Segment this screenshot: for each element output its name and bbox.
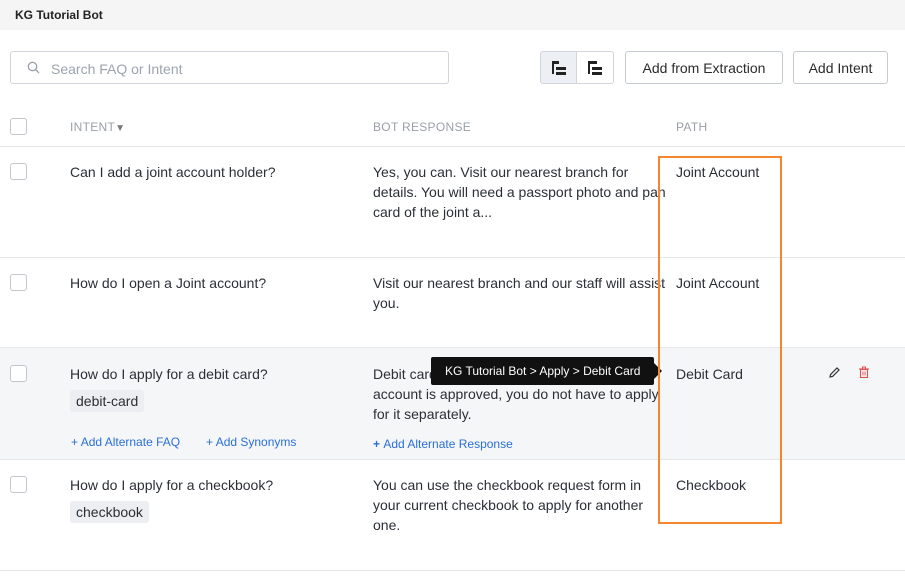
add-alternate-faq-label: Add Alternate FAQ [80, 435, 181, 449]
add-alternate-faq-link[interactable]: + Add Alternate FAQ [71, 435, 180, 449]
tree-view-button[interactable] [540, 51, 577, 84]
intent-question[interactable]: How do I apply for a debit card? [70, 364, 268, 384]
add-alternate-response-link[interactable]: + Add Alternate Response [373, 437, 513, 451]
add-alternate-response-label: Add Alternate Response [383, 437, 513, 451]
app-title: KG Tutorial Bot [15, 8, 103, 22]
add-from-extraction-button[interactable]: Add from Extraction [625, 51, 783, 84]
row-checkbox[interactable] [10, 476, 27, 493]
tree-view-icon [552, 61, 566, 75]
row-checkbox[interactable] [10, 365, 27, 382]
path-column-header: PATH [676, 120, 708, 134]
list-view-icon [588, 61, 602, 75]
add-synonyms-label: Add Synonyms [215, 435, 297, 449]
intent-question[interactable]: How do I open a Joint account? [70, 273, 266, 293]
bot-response-text: Yes, you can. Visit our nearest branch f… [373, 164, 666, 220]
row-checkbox[interactable] [10, 274, 27, 291]
path-tooltip: KG Tutorial Bot > Apply > Debit Card [431, 357, 663, 385]
intent-tag[interactable]: debit-card [70, 390, 145, 412]
intent-question[interactable]: How do I apply for a checkbook? [70, 475, 273, 495]
path-column-highlight [658, 156, 782, 524]
intent-tag[interactable]: checkbook [70, 501, 149, 523]
intent-column-header[interactable]: INTENT▼ [70, 120, 125, 134]
add-synonyms-link[interactable]: + Add Synonyms [206, 435, 296, 449]
bot-response-column-header: BOT RESPONSE [373, 120, 472, 134]
intent-header-label: INTENT [70, 120, 116, 134]
select-all-checkbox[interactable] [10, 118, 27, 135]
edit-pencil-icon[interactable] [828, 366, 841, 379]
row-divider [0, 570, 905, 571]
list-view-button[interactable] [577, 51, 614, 84]
row-checkbox[interactable] [10, 163, 27, 180]
bot-response-text: Visit our nearest branch and our staff w… [373, 275, 666, 311]
add-intent-button[interactable]: Add Intent [793, 51, 888, 84]
bot-response-text: You can use the checkbook request form i… [373, 477, 644, 533]
title-bar: KG Tutorial Bot [0, 0, 905, 30]
sort-down-icon: ▼ [115, 123, 126, 134]
intent-question[interactable]: Can I add a joint account holder? [70, 162, 275, 182]
header-divider [0, 146, 905, 147]
search-placeholder: Search FAQ or Intent [51, 61, 183, 77]
search-input[interactable]: Search FAQ or Intent [10, 51, 449, 84]
search-icon [27, 61, 40, 74]
delete-trash-icon[interactable] [858, 366, 870, 379]
